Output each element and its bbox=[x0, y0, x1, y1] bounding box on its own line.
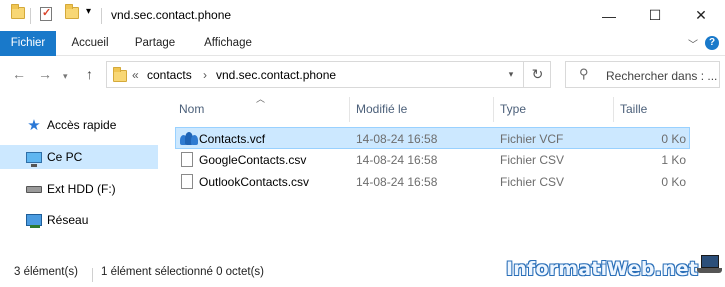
breadcrumb-current-folder[interactable]: vnd.sec.contact.phone bbox=[216, 68, 336, 82]
file-size: 0 Ko bbox=[661, 132, 686, 146]
window-title: vnd.sec.contact.phone bbox=[111, 8, 232, 22]
tab-partage[interactable]: Partage bbox=[127, 31, 183, 56]
nav-item-label: Accès rapide bbox=[47, 118, 117, 132]
search-box[interactable]: ⚲ Rechercher dans : ... bbox=[565, 61, 720, 88]
title-bar: ▾ vnd.sec.contact.phone — ☐ ✕ bbox=[0, 0, 725, 31]
up-arrow-icon[interactable]: ↑ bbox=[86, 66, 93, 82]
file-modified: 14-08-24 16:58 bbox=[356, 153, 438, 167]
document-icon bbox=[181, 152, 193, 167]
help-icon[interactable]: ? bbox=[705, 36, 719, 50]
recent-locations-chevron-icon[interactable]: ▾ bbox=[63, 71, 68, 82]
customize-toolbar-icon[interactable]: ▾ bbox=[86, 6, 91, 17]
file-size: 1 Ko bbox=[661, 153, 686, 167]
folder-icon[interactable] bbox=[11, 4, 25, 19]
navigation-pane: ★ Accès rapide Ce PC Ext HDD (F:) Réseau bbox=[0, 100, 158, 250]
minimize-button[interactable]: — bbox=[586, 0, 632, 31]
back-arrow-icon[interactable]: ← bbox=[12, 66, 26, 82]
file-type: Fichier CSV bbox=[500, 175, 565, 189]
nav-item-this-pc[interactable]: Ce PC bbox=[0, 145, 158, 169]
contacts-file-icon bbox=[180, 131, 198, 146]
nav-item-ext-hdd[interactable]: Ext HDD (F:) bbox=[0, 177, 158, 201]
refresh-icon[interactable]: ↻ bbox=[523, 61, 551, 88]
file-type: Fichier VCF bbox=[500, 132, 564, 146]
nav-item-label: Ext HDD (F:) bbox=[47, 182, 116, 196]
column-header-type[interactable]: Type bbox=[500, 97, 526, 122]
ribbon: Fichier Accueil Partage Affichage ﹀ ? bbox=[0, 31, 725, 56]
column-header-size[interactable]: Taille bbox=[620, 97, 647, 122]
nav-item-label: Ce PC bbox=[47, 150, 83, 164]
watermark-logo: InformatiWeb.net bbox=[506, 258, 699, 280]
toolbar-divider bbox=[101, 8, 102, 24]
tab-accueil[interactable]: Accueil bbox=[63, 31, 117, 56]
status-divider bbox=[92, 268, 93, 282]
column-header-name[interactable]: Nom bbox=[179, 97, 204, 122]
column-divider[interactable] bbox=[349, 97, 350, 122]
status-selection: 1 élément sélectionné 0 octet(s) bbox=[101, 266, 265, 278]
computer-icon bbox=[25, 149, 43, 167]
column-divider[interactable] bbox=[493, 97, 494, 122]
file-name: Contacts.vcf bbox=[199, 132, 266, 146]
column-divider[interactable] bbox=[613, 97, 614, 122]
address-dropdown-icon[interactable]: ▾ bbox=[500, 61, 522, 88]
nav-item-label: Réseau bbox=[47, 213, 89, 227]
file-row[interactable]: GoogleContacts.csv 14-08-24 16:58 Fichie… bbox=[175, 149, 690, 171]
file-row[interactable]: Contacts.vcf 14-08-24 16:58 Fichier VCF … bbox=[175, 127, 690, 149]
star-icon: ★ bbox=[27, 117, 41, 134]
address-bar[interactable]: « contacts › vnd.sec.contact.phone bbox=[106, 61, 551, 88]
toolbar-divider bbox=[30, 8, 31, 24]
status-item-count: 3 élément(s) bbox=[14, 266, 78, 278]
file-name: OutlookContacts.csv bbox=[199, 175, 310, 189]
laptop-logo-icon bbox=[697, 255, 722, 275]
file-size: 0 Ko bbox=[661, 175, 686, 189]
search-placeholder: Rechercher dans : ... bbox=[606, 69, 718, 83]
network-icon bbox=[25, 212, 43, 228]
folder-icon bbox=[113, 67, 127, 82]
column-header-modified[interactable]: Modifié le bbox=[356, 97, 407, 122]
properties-icon[interactable] bbox=[40, 6, 52, 21]
maximize-button[interactable]: ☐ bbox=[632, 0, 678, 31]
nav-item-quick-access[interactable]: ★ Accès rapide bbox=[0, 113, 158, 137]
file-row[interactable]: OutlookContacts.csv 14-08-24 16:58 Fichi… bbox=[175, 171, 690, 193]
file-modified: 14-08-24 16:58 bbox=[356, 175, 438, 189]
breadcrumb-separator[interactable]: › bbox=[203, 68, 207, 82]
file-modified: 14-08-24 16:58 bbox=[356, 132, 438, 146]
forward-arrow-icon[interactable]: → bbox=[38, 66, 52, 82]
close-button[interactable]: ✕ bbox=[678, 0, 724, 31]
breadcrumb-contacts[interactable]: contacts bbox=[147, 68, 192, 82]
search-icon: ⚲ bbox=[579, 66, 589, 81]
document-icon bbox=[181, 174, 193, 189]
tab-fichier[interactable]: Fichier bbox=[0, 31, 56, 56]
file-type: Fichier CSV bbox=[500, 153, 565, 167]
expand-ribbon-icon[interactable]: ﹀ bbox=[688, 36, 698, 51]
nav-item-network[interactable]: Réseau bbox=[0, 208, 158, 232]
sort-ascending-icon: ︿ bbox=[256, 94, 266, 104]
breadcrumb-overflow[interactable]: « bbox=[132, 68, 139, 82]
new-folder-icon[interactable] bbox=[65, 4, 79, 19]
file-name: GoogleContacts.csv bbox=[199, 153, 307, 167]
drive-icon bbox=[25, 181, 43, 197]
tab-affichage[interactable]: Affichage bbox=[195, 31, 261, 56]
